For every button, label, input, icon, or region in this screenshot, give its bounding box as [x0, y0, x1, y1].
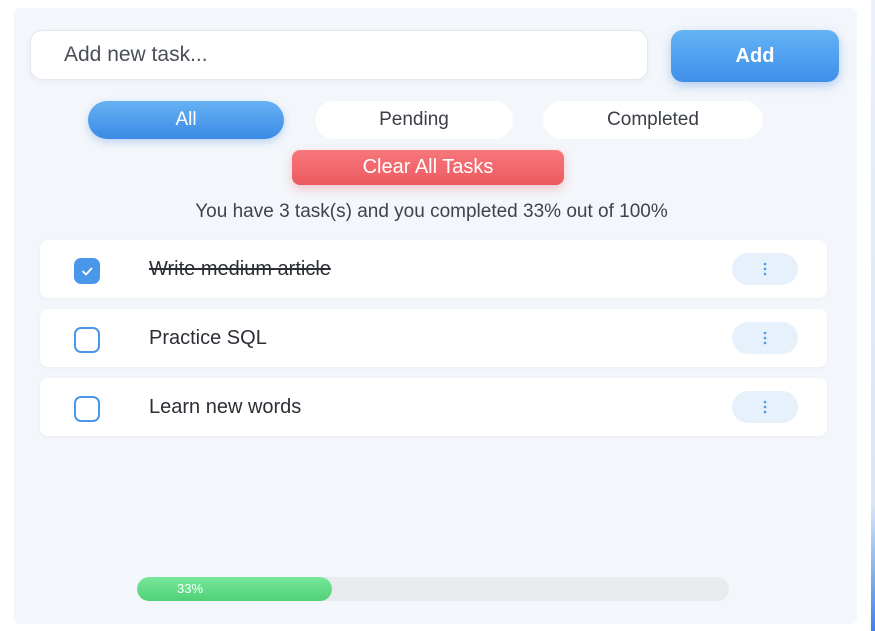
progress-bar: 33%	[137, 577, 729, 601]
task-label: Practice SQL	[149, 327, 267, 349]
filter-tab-pending[interactable]: Pending	[315, 101, 513, 139]
task-menu-button[interactable]	[732, 253, 798, 285]
add-task-button[interactable]: Add	[671, 30, 839, 82]
progress-label: 33%	[177, 581, 204, 596]
filter-tab-all[interactable]: All	[88, 101, 284, 139]
page-edge	[871, 0, 875, 631]
clear-all-tasks-button[interactable]: Clear All Tasks	[292, 150, 564, 185]
task-item: Practice SQL	[40, 309, 827, 367]
vertical-dots-icon	[763, 262, 767, 276]
task-label: Write medium article	[149, 258, 331, 280]
task-menu-button[interactable]	[732, 322, 798, 354]
check-icon	[82, 267, 93, 276]
task-label: Learn new words	[149, 396, 302, 418]
vertical-dots-icon	[763, 331, 767, 345]
new-task-input[interactable]	[30, 30, 648, 80]
filter-tab-completed[interactable]: Completed	[543, 101, 763, 139]
progress-fill	[137, 577, 332, 601]
vertical-dots-icon	[763, 400, 767, 414]
task-checkbox[interactable]	[74, 396, 100, 422]
task-checkbox[interactable]	[74, 327, 100, 353]
task-summary-text: You have 3 task(s) and you completed 33%…	[195, 201, 668, 222]
task-checkbox[interactable]	[74, 258, 100, 284]
task-item: Write medium article	[40, 240, 827, 298]
task-menu-button[interactable]	[732, 391, 798, 423]
task-item: Learn new words	[40, 378, 827, 436]
